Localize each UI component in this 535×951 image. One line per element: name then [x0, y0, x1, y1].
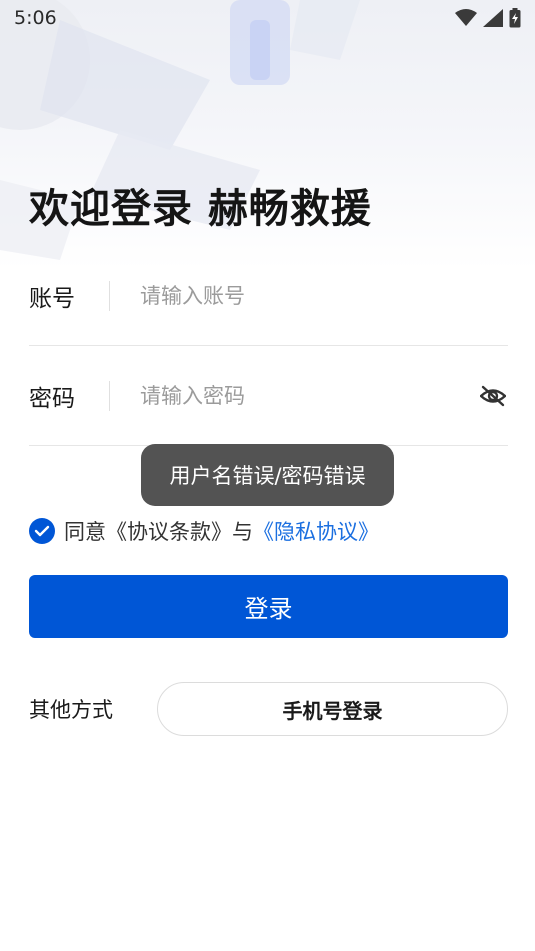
agreement-prefix: 同意	[64, 520, 106, 544]
status-bar: 5:06	[0, 0, 535, 36]
agreement-checkbox[interactable]	[29, 518, 55, 544]
password-row: 密码	[29, 346, 508, 446]
login-button[interactable]: 登录	[29, 575, 508, 638]
privacy-link[interactable]: 《隐私协议》	[253, 516, 379, 546]
password-input[interactable]	[140, 383, 478, 408]
status-icons	[455, 8, 521, 28]
signal-icon	[483, 9, 503, 27]
terms-link[interactable]: 《协议条款》	[106, 516, 232, 546]
account-row: 账号	[29, 246, 508, 346]
wifi-icon	[455, 9, 477, 26]
agreement-conjunction: 与	[232, 520, 253, 544]
status-time: 5:06	[14, 7, 57, 29]
phone-login-button[interactable]: 手机号登录	[157, 682, 508, 736]
password-label: 密码	[29, 385, 75, 412]
checkmark-icon	[34, 525, 50, 537]
page-title: 欢迎登录 赫畅救援	[29, 186, 372, 232]
agreement-row: 同意 《协议条款》 与 《隐私协议》	[29, 515, 379, 547]
battery-charging-icon	[509, 8, 521, 28]
other-methods-label: 其他方式	[29, 698, 113, 722]
account-divider	[109, 280, 110, 311]
account-label: 账号	[29, 285, 75, 312]
error-toast: 用户名错误/密码错误	[141, 444, 394, 506]
password-divider	[109, 380, 110, 411]
eye-off-icon[interactable]	[478, 381, 508, 411]
account-input[interactable]	[140, 283, 508, 308]
